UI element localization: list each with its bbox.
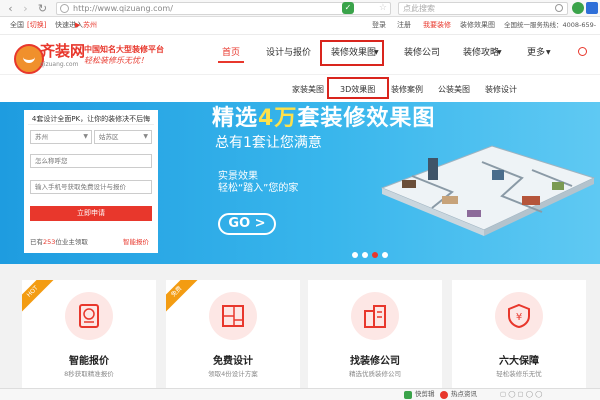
nav-more[interactable]: 更多 [527,47,545,59]
security-shield-icon[interactable]: ✓ [342,2,354,14]
subnav-3d[interactable]: 3D效果图 [340,84,375,95]
banner-line-2: 轻松“踏入”您的家 [218,183,299,194]
divider [28,124,154,125]
note-suffix: 位业主领取 [55,238,88,246]
feature-title: 智能报价 [69,356,109,367]
feature-card-design[interactable]: 免费 免费设计 领取4份设计方案 [166,280,300,388]
feature-desc: 8秒获取精准报价 [64,370,114,378]
chevron-down-icon: ▼ [143,133,148,140]
chevron-down-icon: ▼ [374,49,379,56]
feature-card-company[interactable]: 找装修公司 精选优质装修公司 [308,280,442,388]
chevron-down-icon: ▼ [83,133,88,140]
hot-ribbon: HOT [22,280,55,314]
floorplan-image [380,145,596,236]
blueprint-icon [209,292,257,340]
nav-design-quote[interactable]: 设计与报价 [266,47,311,59]
form-note: 已有253位业主领取 [30,236,88,246]
url-text: http://www.qizuang.com/ [73,4,173,13]
city-link[interactable]: 苏州 [83,17,97,34]
feature-title: 六大保障 [499,356,539,367]
subnav-home-pics[interactable]: 家装美图 [292,84,324,95]
carousel-dot[interactable] [352,252,358,258]
feature-title: 找装修公司 [350,356,400,367]
back-arrow-icon[interactable]: ‹ [4,2,17,15]
nav-company[interactable]: 装修公司 [404,47,440,59]
feature-title: 免费设计 [213,356,253,367]
subnav-office[interactable]: 公装美图 [438,84,470,95]
building-icon [351,292,399,340]
chevron-down-icon: ▼ [497,49,502,56]
slogan-primary: 中国知名大型装修平台 [84,45,164,54]
extension-icon[interactable] [572,2,584,14]
feature-desc: 轻松装修乐无忧 [496,370,542,378]
logo-smile [23,55,35,63]
logo-name[interactable]: 齐装网 [40,42,85,60]
calculator-icon [65,292,113,340]
arrow-icon: ▶ [75,21,81,29]
title-highlight: 4万 [258,106,298,131]
switch-region-link[interactable]: [切换] [27,17,46,34]
news-icon[interactable] [440,391,448,399]
district-value: 姑苏区 [99,133,119,141]
logo-domain: qizuang.com [40,61,79,68]
decorate-link[interactable]: 我要装修 [423,17,451,34]
feature-card-guarantee[interactable]: ¥ 六大保障 轻松装修乐无忧 [452,280,586,388]
browser-search-input[interactable]: 点此搜索 [398,2,568,15]
phone-input[interactable]: 输入手机号获取免费设计与报价 [30,180,152,194]
search-icon[interactable] [578,47,587,56]
news-link[interactable]: 热点资讯 [451,389,477,400]
subnav-cases[interactable]: 装修案例 [391,84,423,95]
city-select[interactable]: 苏州 ▼ [30,130,92,144]
effect-link[interactable]: 装修效果图 [460,17,495,34]
quick-edit-icon[interactable] [404,391,412,399]
apply-button[interactable]: 立即申请 [30,206,152,221]
quote-form-card: 4套设计全面PK，让你的装修决不后悔 苏州 ▼ 姑苏区 ▼ 怎么称呼您 输入手机… [24,110,158,253]
register-link[interactable]: 注册 [397,17,411,34]
status-tray-icons[interactable]: ▢ ◯ ▢ ◯ ◯ [500,389,542,400]
bookmark-star-icon[interactable]: ☆ [379,3,387,14]
carousel-dot[interactable] [382,252,388,258]
carousel-dot[interactable] [362,252,368,258]
menu-icon[interactable] [586,2,598,14]
address-bar[interactable]: http://www.qizuang.com/ ☆ [56,2,391,15]
search-icon[interactable] [555,4,563,12]
note-prefix: 已有 [30,238,43,246]
reload-icon[interactable]: ↻ [36,2,49,15]
banner-subtitle: 总有1套让您满意 [215,135,322,151]
feature-card-quote[interactable]: HOT 智能报价 8秒获取精准报价 [22,280,156,388]
nav-effect-pics[interactable]: 装修效果图 [331,47,376,59]
form-title: 4套设计全面PK，让你的装修决不后悔 [31,115,151,123]
quick-edit-link[interactable]: 快剪辑 [415,389,435,400]
slogan-secondary: 轻松装修乐无忧！ [84,56,148,65]
svg-text:¥: ¥ [516,312,522,323]
search-placeholder: 点此搜索 [403,4,435,13]
name-input[interactable]: 怎么称呼您 [30,154,152,168]
site-topbar: 全国 [切换] 快速进入 ▶ 苏州 登录 注册 我要装修 装修效果图 全国统一服… [0,17,600,46]
smart-quote-link[interactable]: 智能报价 [123,236,149,246]
title-part-a: 精选 [212,106,259,131]
forward-arrow-icon[interactable]: › [19,2,32,15]
feature-desc: 领取4份设计方案 [208,370,258,378]
browser-statusbar: 快剪辑 热点资讯 ▢ ◯ ▢ ◯ ◯ [0,388,600,400]
carousel-dot-active[interactable] [372,252,378,258]
browser-toolbar: ‹ › ↻ http://www.qizuang.com/ ☆ ✓ 点此搜索 [0,0,600,17]
nav-active-indicator [218,61,244,63]
chevron-down-icon: ▼ [546,49,551,56]
nav-guide[interactable]: 装修攻略 [463,47,499,59]
free-ribbon: 免费 [166,280,199,314]
login-link[interactable]: 登录 [372,17,386,34]
globe-icon [60,4,69,13]
go-button[interactable]: GO > [218,213,276,235]
district-select[interactable]: 姑苏区 ▼ [94,130,152,144]
shield-yen-icon: ¥ [495,292,543,340]
subnav-design[interactable]: 装修设计 [485,84,517,95]
region-label: 全国 [10,21,24,29]
note-count: 253 [43,238,56,246]
feature-desc: 精选优质装修公司 [349,370,401,378]
nav-home[interactable]: 首页 [222,47,240,59]
city-value: 苏州 [35,133,48,141]
